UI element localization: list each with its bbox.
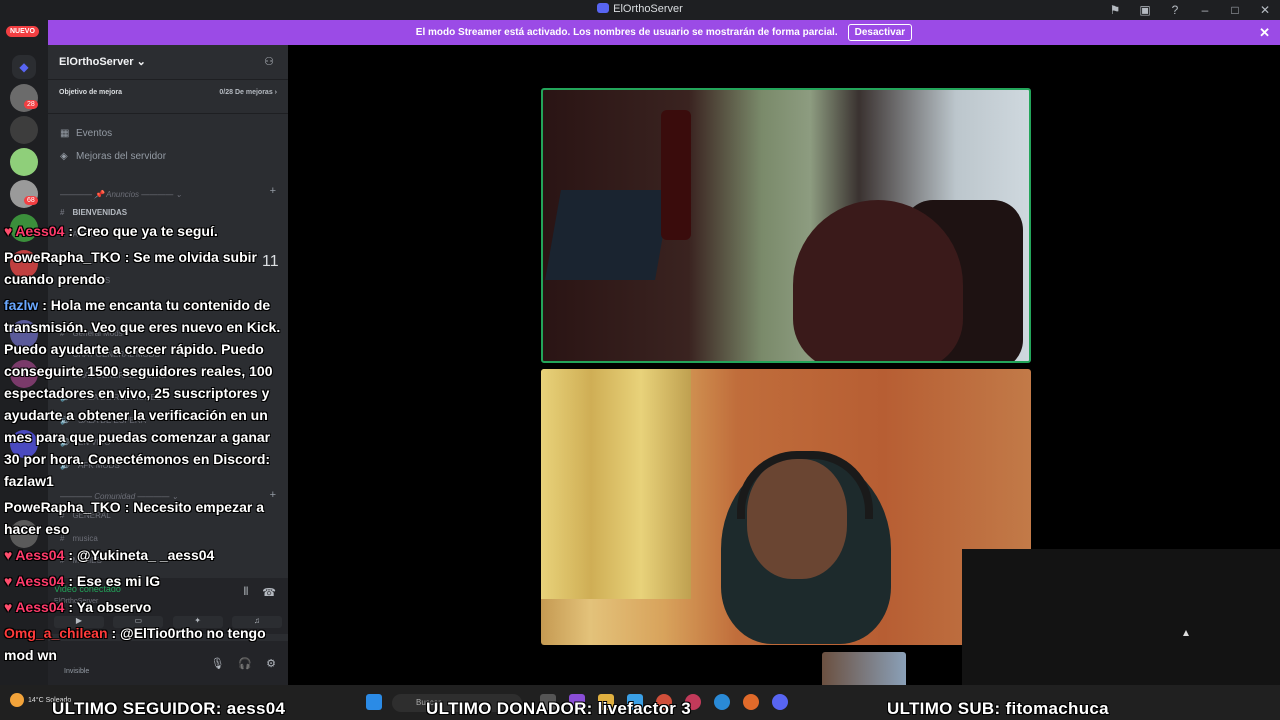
chat-message: ♥ Aess04: Ese es mi IG	[4, 570, 286, 592]
video-microphone-shape	[661, 110, 691, 240]
chat-username: Aess04	[15, 599, 65, 615]
heart-badge-icon: ♥	[4, 573, 13, 589]
mention-count: 28	[24, 100, 38, 109]
screen-icon[interactable]: ▣	[1130, 0, 1160, 20]
chat-text: : Ya observo	[68, 599, 152, 615]
chat-text: : @Yukineta_ _aess04	[68, 547, 215, 563]
boost-goal[interactable]: Objetivo de mejora 0/28 De mejoras ›	[59, 89, 277, 96]
invite-people-icon[interactable]: ⚇	[264, 55, 274, 68]
maximize-button[interactable]: □	[1220, 0, 1250, 20]
last-donor-overlay: ULTIMO DONADOR: livefactor 3	[426, 699, 691, 718]
server-icon[interactable]	[10, 148, 38, 176]
heart-badge-icon: ♥	[4, 223, 13, 239]
server-name[interactable]: ElOrthoServer ⌄	[59, 55, 146, 68]
chat-text: : Creo que ya te seguí.	[68, 223, 218, 239]
mention-count: 68	[24, 196, 38, 205]
chat-message: fazlw: Hola me encanta tu contenido de t…	[4, 294, 286, 492]
chat-username: Aess04	[15, 223, 65, 239]
direct-messages-icon[interactable]: ◆	[12, 55, 36, 79]
minimize-button[interactable]: –	[1190, 0, 1220, 20]
chat-message: ♥ Aess04: Ya observo	[4, 596, 286, 618]
chat-message: ♥ Aess04: Creo que ya te seguí.	[4, 220, 286, 242]
chat-message: ♥ Aess04: @Yukineta_ _aess04	[4, 544, 286, 566]
add-channel-icon[interactable]: +	[270, 185, 276, 197]
chat-username: Omg_a_chilean	[4, 625, 108, 641]
start-button-icon[interactable]	[366, 694, 382, 710]
boost-goal-label: Objetivo de mejora	[59, 89, 123, 96]
video-tile-streamer-room[interactable]	[541, 88, 1031, 363]
channel-bienvenidas[interactable]: # BIENVENIDAS	[60, 208, 127, 217]
boost-gem-icon: ◈	[60, 151, 68, 162]
video-curtain-shape	[541, 369, 691, 599]
window-title-text: ElOrthoServer	[613, 3, 683, 15]
discord-logo-icon	[597, 3, 610, 13]
heart-badge-icon: ♥	[4, 599, 13, 615]
video-person-shape	[793, 200, 963, 361]
divider	[48, 113, 288, 114]
window-title: ElOrthoServer	[0, 3, 1280, 15]
chat-text: : Hola me encanta tu contenido de transm…	[4, 297, 281, 489]
inbox-icon[interactable]: ⚑	[1100, 0, 1130, 20]
calendar-icon: ▦	[60, 128, 70, 139]
disable-streamer-button[interactable]: Desactivar	[847, 24, 913, 41]
stream-overlay-panel	[962, 549, 1280, 685]
server-icon[interactable]	[10, 116, 38, 144]
mouse-cursor-icon	[1183, 630, 1189, 636]
streamer-mode-banner: El modo Streamer está activado. Los nomb…	[48, 20, 1280, 45]
chat-text: : Ese es mi IG	[68, 573, 161, 589]
video-laptop-shape	[545, 190, 671, 280]
category-announcements[interactable]: ———— 📌 Anuncios ———— ⌄	[60, 190, 182, 199]
chat-username: PoweRapha_TKO	[4, 499, 121, 515]
heart-badge-icon: ♥	[4, 547, 13, 563]
title-bar: ElOrthoServer ⚑ ▣ ? – □ ✕	[0, 0, 1280, 20]
chat-message: Omg_a_chilean: @ElTio0rtho no tengo mod …	[4, 622, 286, 666]
chat-username: Aess04	[15, 547, 65, 563]
sun-icon	[10, 693, 24, 707]
banner-text: El modo Streamer está activado. Los nomb…	[415, 27, 838, 38]
last-follower-overlay: ULTIMO SEGUIDOR: aess04	[52, 699, 286, 718]
banner-close-icon[interactable]: ✕	[1259, 25, 1270, 41]
video-tile-user-camera[interactable]	[541, 369, 1031, 645]
chat-username: Aess04	[15, 573, 65, 589]
close-window-button[interactable]: ✕	[1250, 0, 1280, 20]
new-badge: NUEVO	[6, 26, 39, 37]
chat-message: PoweRapha_TKO: Necesito empezar a hacer …	[4, 496, 286, 540]
chat-username: fazlw	[4, 297, 39, 313]
stream-chat-overlay: ♥ Aess04: Creo que ya te seguí. PoweRapha_…	[4, 220, 286, 670]
boost-progress: 0/28 De mejoras	[219, 89, 273, 96]
divider	[48, 79, 288, 80]
chat-username: PoweRapha_TKO	[4, 249, 121, 265]
server-boosts-item[interactable]: ◈ Mejoras del servidor	[60, 151, 166, 162]
edge-icon[interactable]	[714, 694, 730, 710]
firefox-icon[interactable]	[743, 694, 759, 710]
last-sub-overlay: ULTIMO SUB: fitomachuca	[887, 699, 1109, 718]
video-headset-shape	[737, 451, 873, 519]
events-item[interactable]: ▦ Eventos	[60, 128, 112, 139]
discord-icon[interactable]	[772, 694, 788, 710]
chat-message: PoweRapha_TKO: Se me olvida subir cuando…	[4, 246, 286, 290]
help-icon[interactable]: ?	[1160, 0, 1190, 20]
